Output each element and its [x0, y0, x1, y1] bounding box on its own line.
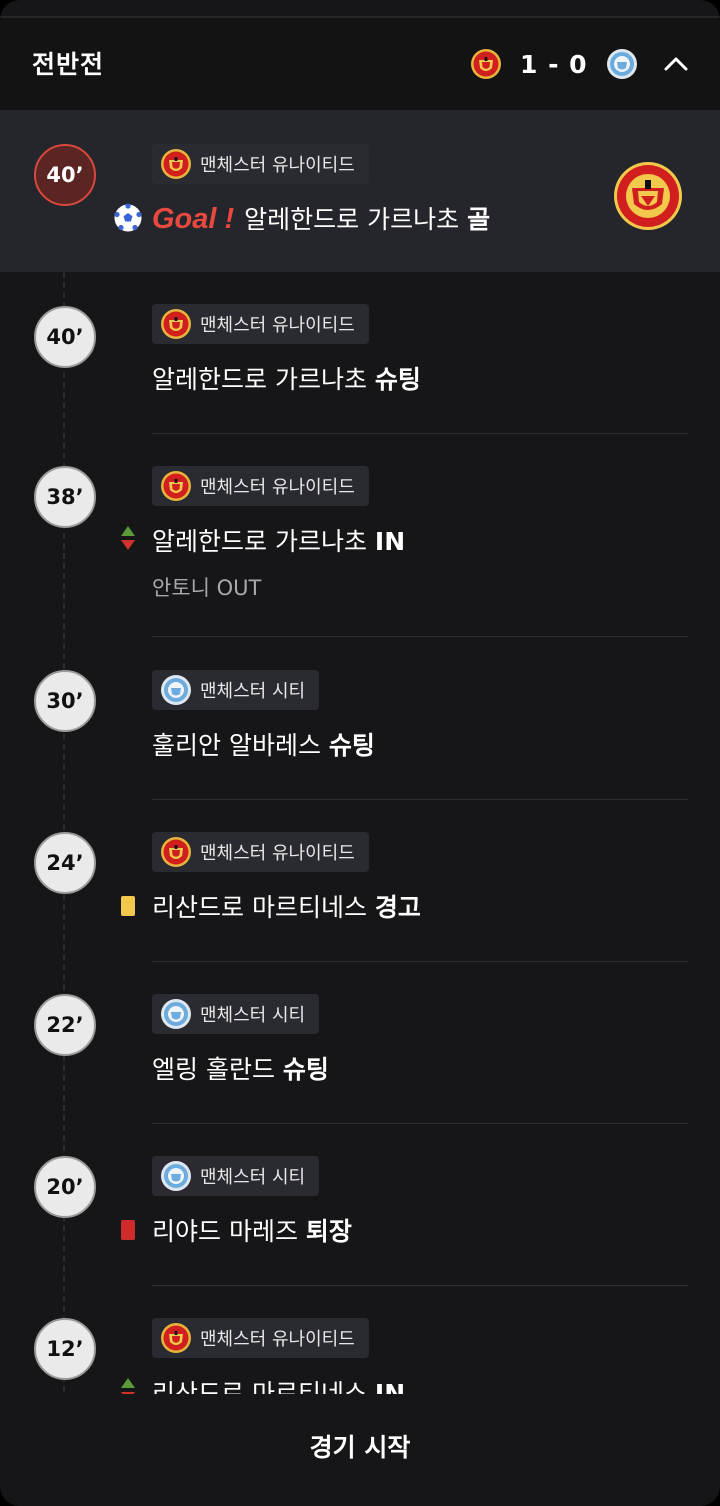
event-action: IN	[374, 527, 406, 556]
player-name: 엘링 홀란드	[152, 1055, 275, 1084]
event-description: 알레한드로 가르나초 슈팅	[152, 360, 421, 396]
timeline-event[interactable]: 20’ 맨체스터 시티 리야드 마레즈 퇴장	[0, 1124, 720, 1286]
chevron-up-icon[interactable]	[660, 48, 692, 80]
event-description: 리산드로 마르티네스 IN	[152, 1374, 405, 1394]
event-minute-badge: 30’	[34, 670, 96, 732]
scoreboard: 1 - 0	[470, 46, 638, 82]
player-name: 리산드로 마르티네스	[152, 1379, 367, 1394]
event-action: 경고	[374, 893, 421, 922]
timeline-event[interactable]: 24’ 맨체스터 유나이티드 리산드로 마르티네스 경고	[0, 800, 720, 962]
man-utd-crest-icon	[471, 49, 501, 79]
event-action: 골	[467, 205, 491, 234]
player-name: 리산드로 마르티네스	[152, 893, 367, 922]
event-action: IN	[374, 1379, 406, 1394]
player-name: 알레한드로 가르나초	[244, 205, 460, 234]
team-chip: 맨체스터 유나이티드	[152, 466, 369, 506]
team-name: 맨체스터 유나이티드	[200, 1329, 355, 1350]
man-city-crest-icon	[161, 1161, 191, 1191]
man-city-crest-icon	[161, 675, 191, 705]
man-utd-large-crest-icon	[614, 162, 682, 230]
team-chip: 맨체스터 시티	[152, 1156, 320, 1196]
period-title: 전반전	[32, 50, 105, 79]
event-minute-badge: 40’	[34, 306, 96, 368]
event-minute-badge: 38’	[34, 466, 96, 528]
team-chip: 맨체스터 유나이티드	[152, 304, 369, 344]
soccer-ball-icon	[114, 203, 142, 232]
team-chip: 맨체스터 유나이티드	[152, 832, 369, 872]
team-name: 맨체스터 유나이티드	[200, 843, 355, 864]
man-city-crest-icon	[606, 49, 637, 79]
event-description: 알레한드로 가르나초 IN	[152, 522, 405, 558]
event-minute-badge: 24’	[34, 832, 96, 894]
period-header[interactable]: 전반전 1 - 0	[0, 18, 720, 110]
event-minute-badge: 40’	[34, 144, 96, 206]
event-description: 리야드 마레즈 퇴장	[152, 1212, 352, 1248]
player-name: 리야드 마레즈	[152, 1217, 298, 1246]
match-timeline-panel: 전반전 1 - 0 40’ 맨체스터 유나이티드 Goal ! 알레한드로 가르나…	[0, 0, 720, 1506]
man-utd-crest-icon	[161, 1323, 191, 1353]
team-chip: 맨체스터 시티	[152, 670, 320, 710]
team-chip: 맨체스터 시티	[152, 994, 320, 1034]
player-name: 알레한드로 가르나초	[152, 527, 367, 556]
team-name: 맨체스터 시티	[200, 1005, 306, 1026]
timeline-event[interactable]: 38’ 맨체스터 유나이티드 알레한드로 가르나초 IN 안토니 OUT	[0, 434, 720, 638]
substitution-icon	[121, 1378, 135, 1394]
player-name: 알레한드로 가르나초	[152, 365, 367, 394]
man-city-crest-icon	[161, 999, 191, 1029]
man-utd-crest-icon	[161, 149, 191, 179]
match-start-footer: 경기 시작	[0, 1394, 720, 1506]
team-name: 맨체스터 유나이티드	[200, 155, 355, 176]
player-name: 훌리안 알바레스	[152, 731, 321, 760]
team-chip: 맨체스터 유나이티드	[152, 144, 369, 184]
team-name: 맨체스터 시티	[200, 1167, 306, 1188]
team-name: 맨체스터 시티	[200, 681, 306, 702]
goal-label: Goal !	[152, 203, 235, 235]
event-description: 리산드로 마르티네스 경고	[152, 888, 421, 924]
man-utd-crest-icon	[161, 309, 191, 339]
man-utd-crest-icon	[161, 471, 191, 501]
event-description: 훌리안 알바레스 슈팅	[152, 726, 375, 762]
yellow-card-icon	[121, 896, 135, 916]
team-name: 맨체스터 유나이티드	[200, 315, 355, 336]
row-divider	[152, 636, 688, 637]
timeline-event[interactable]: 40’ 맨체스터 유나이티드 알레한드로 가르나초 슈팅	[0, 272, 720, 434]
sub-out-text: 안토니 OUT	[152, 576, 262, 600]
timeline-event[interactable]: 12’ 맨체스터 유나이티드 리산드로 마르티네스 IN	[0, 1286, 720, 1394]
timeline-event[interactable]: 22’ 맨체스터 시티 엘링 홀란드 슈팅	[0, 962, 720, 1124]
man-utd-crest-icon	[161, 837, 191, 867]
timeline-event[interactable]: 30’ 맨체스터 시티 훌리안 알바레스 슈팅	[0, 638, 720, 800]
substitution-icon	[121, 526, 135, 550]
event-minute-badge: 20’	[34, 1156, 96, 1218]
team-name: 맨체스터 유나이티드	[200, 477, 355, 498]
event-minute-badge: 22’	[34, 994, 96, 1056]
event-minute-badge: 12’	[34, 1318, 96, 1380]
team-chip: 맨체스터 유나이티드	[152, 1318, 369, 1358]
match-start-label: 경기 시작	[309, 1433, 411, 1462]
score-text: 1 - 0	[520, 49, 588, 79]
event-action: 슈팅	[374, 365, 421, 394]
event-action: 퇴장	[305, 1217, 352, 1246]
event-description: 엘링 홀란드 슈팅	[152, 1050, 329, 1086]
event-action: 슈팅	[328, 731, 375, 760]
red-card-icon	[121, 1220, 135, 1240]
event-action: 슈팅	[282, 1055, 329, 1084]
goal-event-row[interactable]: 40’ 맨체스터 유나이티드 Goal ! 알레한드로 가르나초 골	[0, 110, 720, 272]
event-description: Goal ! 알레한드로 가르나초 골	[152, 200, 490, 236]
